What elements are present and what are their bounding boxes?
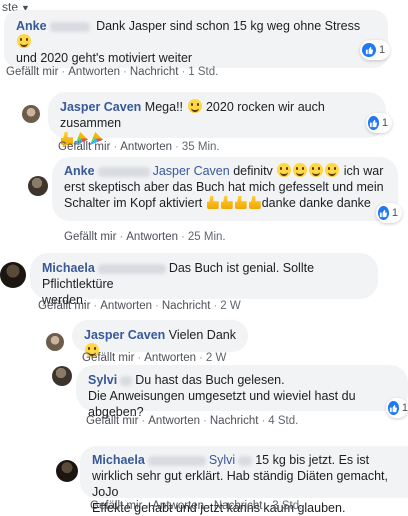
comment-time[interactable]: 1 Std. — [188, 66, 218, 78]
reaction-number: 1 — [381, 117, 388, 129]
comment-text: Schalter im Kopf aktiviert — [64, 196, 203, 210]
message-link[interactable]: Nachricht — [162, 300, 211, 312]
comment-author[interactable]: Anke — [64, 164, 95, 178]
like-icon — [388, 401, 399, 415]
comment-bubble: Anke Dank Jasper sind schon 15 kg weg oh… — [4, 10, 388, 68]
blurred-name — [49, 21, 90, 32]
comment-actions: Gefällt mir · Antworten · 35 Min. — [58, 141, 220, 153]
grinning-emoji-icon — [187, 99, 202, 113]
grinning-emoji-icon — [309, 163, 324, 177]
reply-link[interactable]: Antworten — [120, 141, 172, 153]
comment-time[interactable]: 35 Min. — [182, 141, 220, 153]
avatar[interactable] — [56, 460, 78, 482]
comment-bubble: Jasper Caven Vielen Dank — [72, 320, 248, 357]
reaction-count[interactable]: 1 — [386, 398, 408, 418]
grinning-emoji-icon — [293, 163, 308, 177]
like-link[interactable]: Gefällt mir — [82, 352, 134, 364]
avatar[interactable] — [28, 176, 48, 196]
comment-text: definitv — [233, 164, 273, 178]
like-icon — [378, 206, 389, 220]
grinning-emoji-icon — [17, 34, 31, 48]
reaction-count[interactable]: 1 — [360, 40, 390, 60]
comment-time[interactable]: 2 W — [220, 300, 240, 312]
blurred-name — [97, 263, 166, 274]
message-link[interactable]: Nachricht — [210, 415, 259, 427]
grinning-emoji-icon — [277, 163, 292, 177]
comment-text: Du hast das Buch gelesen. — [135, 373, 285, 387]
comment-bubble: Michaela Das Buch ist genial. Sollte Pfli… — [30, 253, 378, 307]
comment-actions: Gefällt mir · Antworten · Nachricht · 1 Std. — [6, 66, 219, 78]
reply-link[interactable]: Antworten — [144, 352, 196, 364]
avatar[interactable] — [22, 105, 40, 123]
reaction-count[interactable]: 1 — [376, 203, 402, 223]
comment-text: ich war — [343, 164, 384, 178]
reply-link[interactable]: Antworten — [148, 415, 200, 427]
comment-author[interactable]: Anke — [16, 19, 47, 33]
comment-text: und 2020 geht's motiviert weiter — [16, 51, 193, 65]
like-link[interactable]: Gefällt mir — [90, 500, 142, 512]
reaction-count[interactable]: 1 — [366, 113, 392, 133]
like-link[interactable]: Gefällt mir — [38, 300, 90, 312]
comment-text: Mega!! — [144, 100, 184, 114]
comment-actions: Gefällt mir · Antworten · 2 W — [82, 352, 227, 364]
thumbs-up-icon — [234, 196, 247, 209]
comment-author[interactable]: Michaela — [42, 261, 95, 275]
comment-text: erst skeptisch aber das Buch hat mich ge… — [64, 180, 384, 194]
thumbs-up-icon — [206, 196, 219, 209]
avatar[interactable] — [46, 333, 64, 351]
like-icon — [368, 116, 379, 130]
reply-link[interactable]: Antworten — [126, 231, 178, 243]
comment-bubble: Jasper Caven Mega!! 2020 rocken wir auch… — [48, 92, 386, 145]
comment-text: Vielen Dank — [168, 328, 236, 342]
reaction-number: 1 — [391, 207, 398, 219]
comment-author[interactable]: Jasper Caven — [84, 328, 165, 342]
avatar[interactable] — [52, 366, 72, 386]
comment-author[interactable]: Jasper Caven — [60, 100, 141, 114]
comment-time[interactable]: 3 Std. — [272, 500, 302, 512]
mention-link[interactable]: Jasper Caven — [153, 164, 230, 178]
comment-text: danke danke danke — [261, 196, 371, 210]
comment-actions: Gefällt mir · Antworten · Nachricht · 3 Std. — [90, 500, 303, 512]
comment-author[interactable]: Sylvi — [88, 373, 117, 387]
comment-bubble: Michaela Sylvi 15 kg bis jetzt. Es ist wir… — [80, 446, 408, 515]
comment-actions: Gefällt mir · Antworten · 25 Min. — [64, 231, 226, 243]
mention-link[interactable]: Sylvi — [209, 453, 235, 467]
comment-text: Dank Jasper sind schon 15 kg weg ohne St… — [96, 19, 361, 33]
thumbs-up-icon — [220, 196, 233, 209]
comment-bubble: Anke Jasper Caven definitv ich war erst s… — [52, 157, 398, 221]
like-link[interactable]: Gefällt mir — [64, 231, 116, 243]
reaction-number: 1 — [401, 402, 408, 414]
like-link[interactable]: Gefällt mir — [6, 66, 58, 78]
comment-bubble: Sylvi Du hast das Buch gelesen. Die Anwei… — [76, 365, 408, 419]
comment-text: wirklich sehr gut erklärt. Hab ständig D… — [92, 469, 388, 499]
comment-actions: Gefällt mir · Antworten · Nachricht · 2 W — [38, 300, 241, 312]
comment-time[interactable]: 25 Min. — [188, 231, 226, 243]
comment-time[interactable]: 4 Std. — [268, 415, 298, 427]
message-link[interactable]: Nachricht — [130, 66, 179, 78]
reply-link[interactable]: Antworten — [68, 66, 120, 78]
grinning-emoji-icon — [325, 163, 340, 177]
like-link[interactable]: Gefällt mir — [86, 415, 138, 427]
like-link[interactable]: Gefällt mir — [58, 141, 110, 153]
thumbs-up-icon — [248, 196, 261, 209]
avatar[interactable] — [0, 262, 26, 288]
blurred-name — [238, 455, 253, 466]
comment-author[interactable]: Michaela — [92, 453, 145, 467]
comment-time[interactable]: 2 W — [206, 352, 226, 364]
reply-link[interactable]: Antworten — [100, 300, 152, 312]
message-link[interactable]: Nachricht — [214, 500, 263, 512]
comment-text: 15 kg bis jetzt. Es ist — [255, 453, 370, 467]
blurred-name — [120, 375, 133, 386]
blurred-name — [147, 455, 206, 466]
reaction-number: 1 — [379, 44, 386, 56]
blurred-name — [97, 166, 150, 177]
like-icon — [362, 43, 376, 57]
comment-actions: Gefällt mir · Antworten · Nachricht · 4 Std. — [86, 415, 299, 427]
reply-link[interactable]: Antworten — [152, 500, 204, 512]
